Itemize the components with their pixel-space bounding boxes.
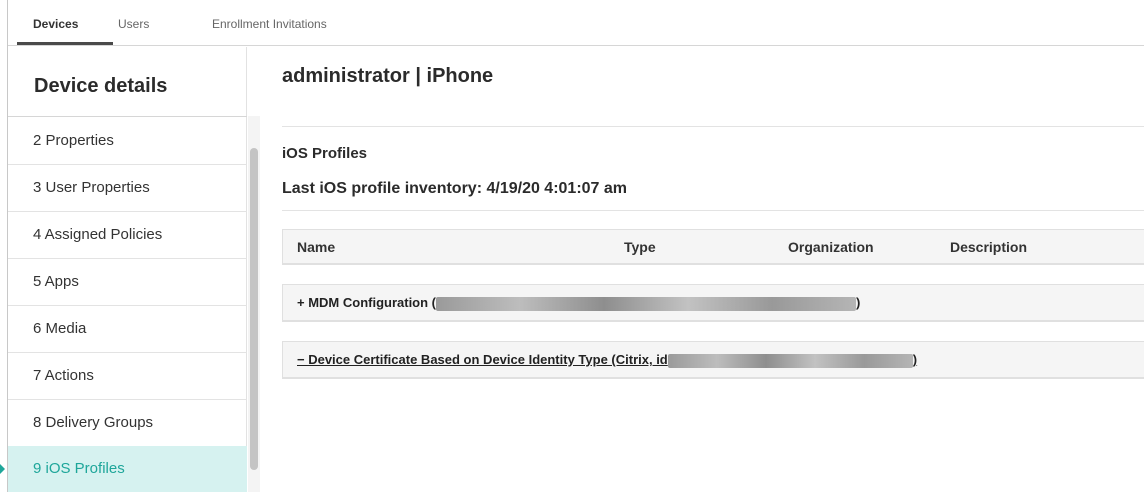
profile-name-suffix: ) [856,295,861,310]
sidebar-item-actions[interactable]: 7 Actions [8,353,247,400]
profile-row-label[interactable]: + MDM Configuration () [297,295,860,311]
profiles-table-header: Name Type Organization Description [282,229,1144,265]
redacted-text [667,353,913,368]
sidebar-item-media[interactable]: 6 Media [8,306,247,353]
sidebar-item-label: 5 Apps [33,273,79,290]
profile-name-prefix: + MDM Configuration ( [297,295,437,310]
sidebar-item-label: 9 iOS Profiles [33,460,125,477]
divider [8,116,247,117]
sidebar-item-properties[interactable]: 2 Properties [8,118,247,165]
sidebar-title: Device details [34,75,168,97]
sidebar-item-user-properties[interactable]: 3 User Properties [8,165,247,212]
divider [282,210,1144,211]
sidebar-item-label: 4 Assigned Policies [33,226,163,243]
active-tab-indicator [17,42,113,45]
sidebar-item-apps[interactable]: 5 Apps [8,259,247,306]
column-header-type[interactable]: Type [624,239,656,255]
profile-row-label[interactable]: − Device Certificate Based on Device Ide… [297,352,917,368]
profile-name-suffix: ) [912,352,918,367]
sidebar-item-delivery-groups[interactable]: 8 Delivery Groups [8,400,247,447]
tab-users[interactable]: Users [118,17,149,31]
redacted-text [436,296,857,311]
profile-row-mdm-configuration[interactable]: + MDM Configuration () [282,284,1144,322]
profile-inventory-timestamp: Last iOS profile inventory: 4/19/20 4:01… [282,180,628,197]
sidebar-item-ios-profiles[interactable]: 9 iOS Profiles [0,446,247,492]
sidebar-item-label: 7 Actions [33,367,94,384]
sidebar-item-assigned-policies[interactable]: 4 Assigned Policies [8,212,247,259]
column-header-description[interactable]: Description [950,239,1027,255]
profile-name-prefix: − Device Certificate Based on Device Ide… [297,352,668,367]
page-title: administrator | iPhone [282,65,494,87]
tab-enrollment-invitations[interactable]: Enrollment Invitations [212,17,327,31]
main-content: administrator | iPhone iOS Profiles Last… [260,47,1144,492]
sidebar-item-label: 8 Delivery Groups [33,414,154,431]
sidebar-item-label: 2 Properties [33,132,114,149]
sidebar-item-label: 6 Media [33,320,87,337]
active-caret-icon [0,464,5,474]
top-tab-bar: Devices Users Enrollment Invitations [8,0,1144,46]
sidebar-scrollbar-thumb[interactable] [250,148,258,470]
device-details-sidebar: Device details 2 Properties 3 User Prope… [0,47,247,492]
divider [282,126,1144,127]
tab-devices[interactable]: Devices [33,17,78,31]
profile-row-device-certificate[interactable]: − Device Certificate Based on Device Ide… [282,341,1144,379]
column-header-organization[interactable]: Organization [788,239,874,255]
column-header-name[interactable]: Name [297,239,335,255]
section-title: iOS Profiles [282,145,368,162]
sidebar-item-label: 3 User Properties [33,179,150,196]
